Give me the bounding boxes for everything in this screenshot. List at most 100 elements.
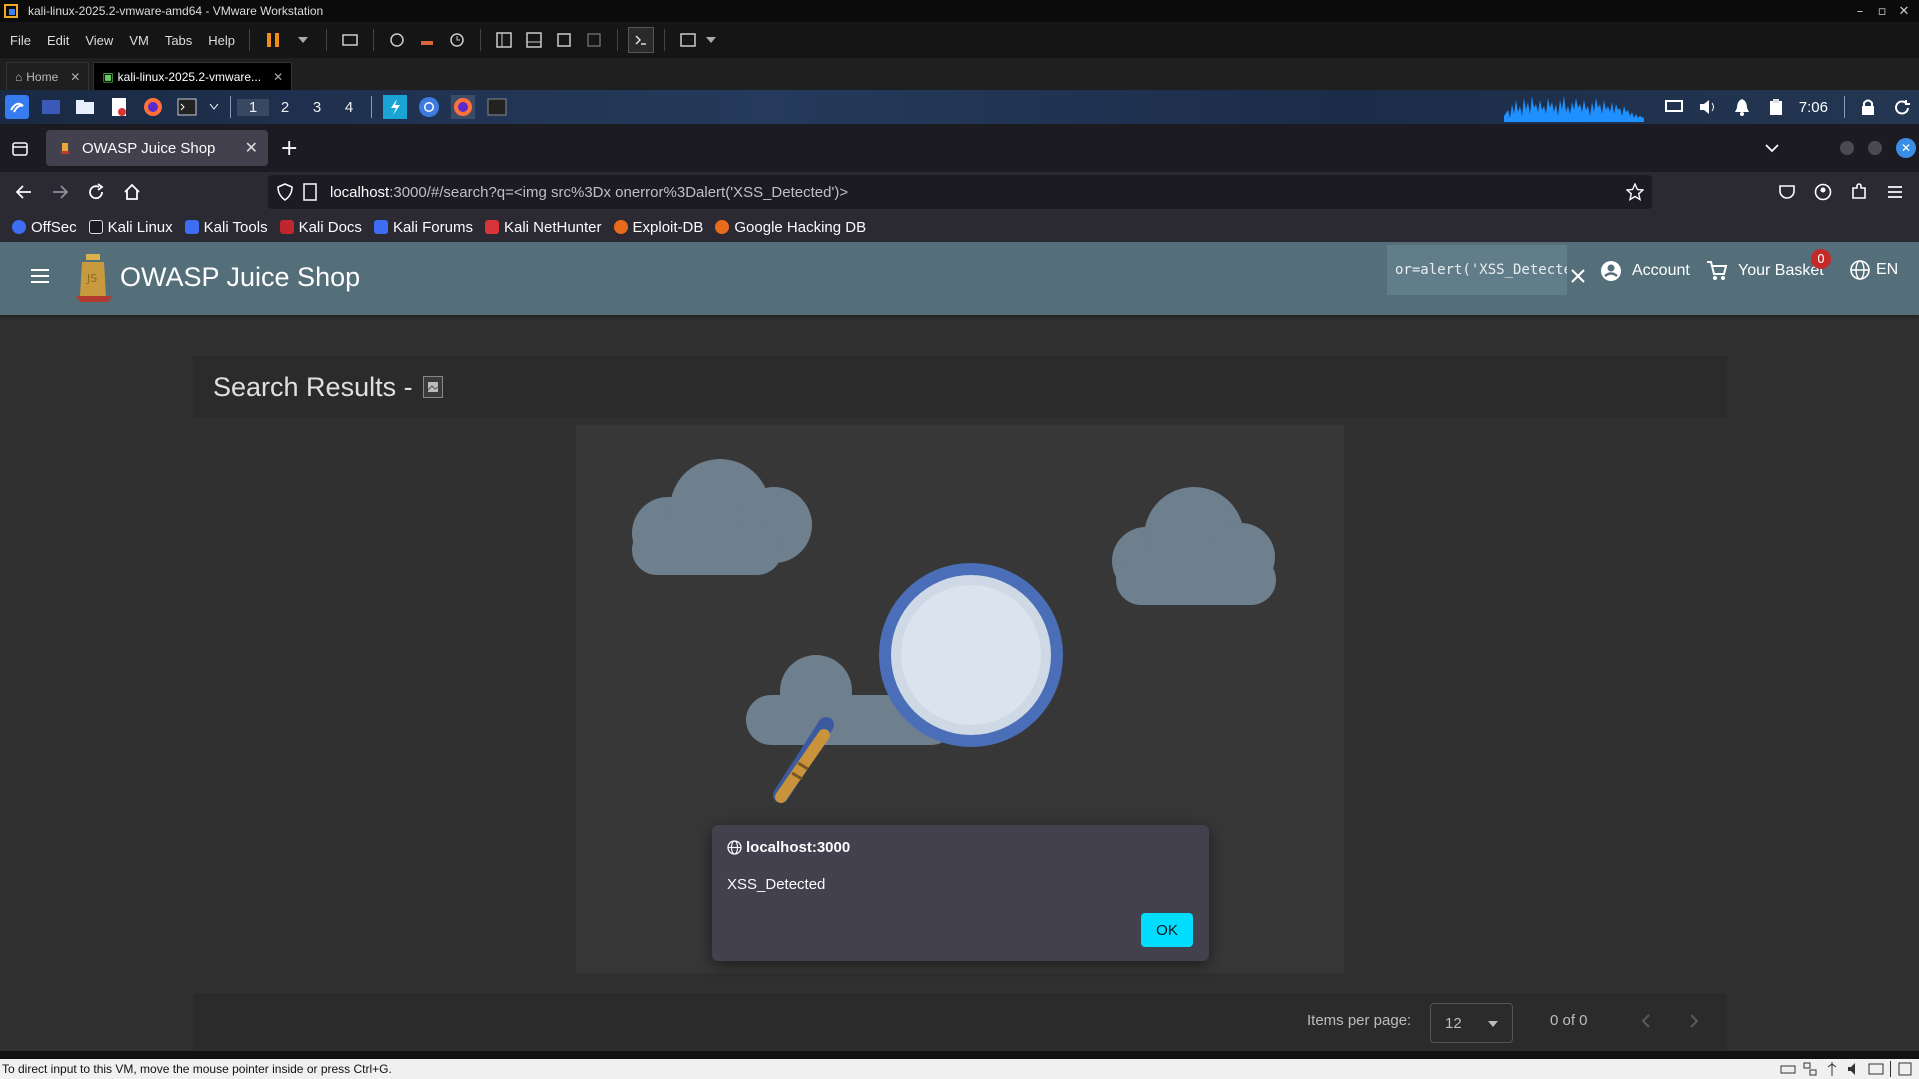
show-desktop-icon[interactable] (39, 95, 63, 119)
window-minimize-icon[interactable] (1840, 141, 1854, 155)
display-settings-icon[interactable] (1868, 1061, 1884, 1077)
account-circle-icon (1601, 261, 1621, 281)
bookmark-google-hacking-db[interactable]: Google Hacking DB (715, 219, 866, 236)
app-menu-icon[interactable] (1883, 180, 1907, 204)
minimize-icon[interactable]: – (1849, 0, 1871, 22)
tab-kali-vm[interactable]: ▣ kali-linux-2025.2-vmware... ✕ (93, 62, 293, 90)
file-manager-icon[interactable] (73, 95, 97, 119)
text-editor-icon[interactable] (107, 95, 131, 119)
bookmark-kali-forums[interactable]: Kali Forums (373, 219, 473, 236)
close-icon[interactable]: ✕ (1893, 0, 1915, 22)
bookmark-offsec[interactable]: OffSec (12, 219, 77, 236)
juice-shop-logo-icon: JS (76, 254, 112, 302)
browser-tab-juice-shop[interactable]: OWASP Juice Shop ✕ (46, 130, 268, 166)
lock-screen-icon[interactable] (1856, 95, 1880, 119)
workspace-2[interactable]: 2 (269, 99, 301, 116)
menu-edit[interactable]: Edit (41, 33, 75, 48)
volume-icon[interactable] (1696, 95, 1720, 119)
terminal-dropdown-icon[interactable] (209, 95, 219, 119)
hard-disk-icon[interactable] (1780, 1061, 1796, 1077)
power-dropdown-icon[interactable] (290, 27, 316, 53)
fit-guest-icon[interactable] (1897, 1061, 1913, 1077)
stretch-guest-icon[interactable] (675, 27, 701, 53)
workspace-1[interactable]: 1 (237, 98, 269, 116)
basket-button[interactable]: Your Basket (1706, 260, 1824, 282)
workspace-3[interactable]: 3 (301, 99, 333, 116)
page-info-icon[interactable] (302, 183, 318, 201)
window-maximize-icon[interactable] (1868, 141, 1882, 155)
pause-icon[interactable] (260, 27, 286, 53)
firefox-icon[interactable] (141, 95, 165, 119)
close-tab-icon[interactable]: ✕ (245, 138, 258, 158)
list-all-tabs-icon[interactable] (1760, 136, 1784, 160)
chromium-icon[interactable] (417, 95, 441, 119)
clipboard-icon[interactable] (1764, 95, 1788, 119)
unity-icon[interactable] (581, 27, 607, 53)
juice-shop-brand[interactable]: OWASP Juice Shop (120, 262, 360, 293)
maximize-icon[interactable]: ▫ (1871, 0, 1893, 22)
bookmark-kali-tools[interactable]: Kali Tools (184, 219, 268, 236)
toolbar-divider (373, 29, 375, 51)
display-icon[interactable] (1662, 95, 1686, 119)
tab-home[interactable]: ⌂ Home ✕ (6, 62, 90, 90)
menu-view[interactable]: View (79, 33, 119, 48)
close-tab-icon[interactable]: ✕ (70, 70, 80, 84)
tracking-protection-shield-icon[interactable] (276, 183, 294, 201)
juice-shop-favicon-icon (61, 143, 69, 154)
usb-icon[interactable] (1824, 1061, 1840, 1077)
account-icon[interactable] (1811, 180, 1835, 204)
power-menu-icon[interactable] (1890, 95, 1914, 119)
library-view-icon[interactable] (491, 27, 517, 53)
firefox-tab-bar: OWASP Juice Shop ✕ + ✕ (0, 124, 1919, 172)
bookmark-exploit-db[interactable]: Exploit-DB (613, 219, 703, 236)
terminal-icon[interactable] (175, 95, 199, 119)
menu-help[interactable]: Help (202, 33, 241, 48)
burpsuite-icon[interactable] (383, 95, 407, 119)
firefox-running-icon[interactable] (451, 95, 475, 119)
fullscreen-icon[interactable] (551, 27, 577, 53)
url-bar[interactable]: localhost:3000/#/search?q=<img src%3Dx o… (268, 175, 1652, 209)
home-icon: ⌂ (15, 69, 23, 84)
bookmark-kali-linux[interactable]: Kali Linux (88, 219, 173, 236)
reload-icon[interactable] (84, 180, 108, 204)
sound-card-icon[interactable] (1846, 1061, 1862, 1077)
previous-page-icon[interactable] (1641, 1013, 1651, 1029)
console-view-icon[interactable] (628, 27, 655, 53)
next-page-icon[interactable] (1689, 1013, 1699, 1029)
bookmark-kali-nethunter[interactable]: Kali NetHunter (484, 219, 602, 236)
home-icon[interactable] (120, 180, 144, 204)
alert-ok-button[interactable]: OK (1141, 913, 1193, 947)
panel-clock[interactable]: 7:06 (1799, 99, 1828, 116)
clear-search-icon[interactable] (1570, 268, 1586, 284)
language-button[interactable]: EN (1850, 260, 1898, 280)
snapshot-icon[interactable] (384, 27, 410, 53)
menu-tabs[interactable]: Tabs (159, 33, 198, 48)
account-button[interactable]: Account (1600, 260, 1690, 282)
send-ctrl-alt-del-icon[interactable] (337, 27, 363, 53)
forward-icon[interactable] (48, 180, 72, 204)
kali-menu-icon[interactable] (5, 95, 29, 119)
close-tab-icon[interactable]: ✕ (273, 70, 283, 84)
stretch-dropdown-icon[interactable] (705, 27, 717, 53)
back-icon[interactable] (12, 180, 36, 204)
menu-vm[interactable]: VM (123, 33, 155, 48)
extensions-icon[interactable] (1847, 180, 1871, 204)
bookmark-star-icon[interactable] (1626, 183, 1644, 201)
notifications-icon[interactable] (1730, 95, 1754, 119)
bookmark-kali-docs[interactable]: Kali Docs (279, 219, 362, 236)
tab-overview-icon[interactable] (8, 136, 32, 160)
thumbnail-view-icon[interactable] (521, 27, 547, 53)
pocket-icon[interactable] (1775, 180, 1799, 204)
new-tab-icon[interactable]: + (280, 136, 298, 161)
window-close-icon[interactable]: ✕ (1896, 138, 1916, 158)
revert-snapshot-icon[interactable] (414, 27, 440, 53)
network-icon[interactable] (1802, 1061, 1818, 1077)
terminal-running-icon[interactable] (485, 95, 509, 119)
snapshot-manager-icon[interactable] (444, 27, 470, 53)
browser-tab-title: OWASP Juice Shop (82, 139, 216, 157)
sidenav-menu-icon[interactable] (30, 268, 50, 284)
menu-file[interactable]: File (4, 33, 37, 48)
items-per-page-select[interactable]: 12 (1430, 1003, 1513, 1043)
search-input[interactable]: or=alert('XSS_Detected (1387, 245, 1567, 295)
workspace-4[interactable]: 4 (333, 99, 365, 116)
